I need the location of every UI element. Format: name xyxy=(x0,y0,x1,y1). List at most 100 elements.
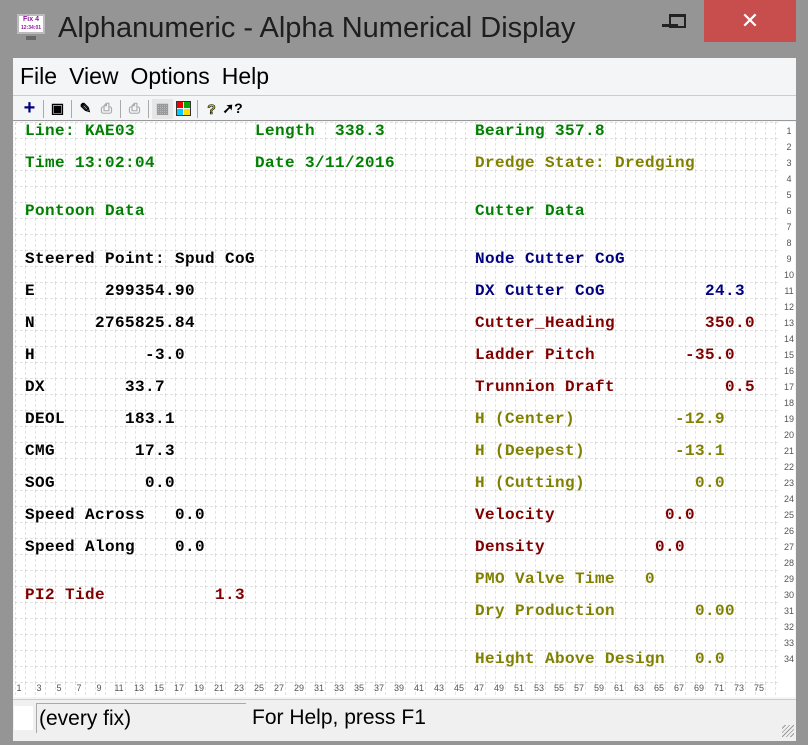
column-number: 59 xyxy=(593,683,604,693)
client-area: File View Options Help + ▣ ✎ ⎙ ⎙ ▦ ? ➚? xyxy=(13,58,796,741)
bearing-label: Bearing 357.8 xyxy=(475,122,606,140)
print-preview-icon[interactable]: ⎙ xyxy=(124,99,145,119)
pontoon-field-label: H xyxy=(25,346,36,364)
pontoon-field-label: E xyxy=(25,282,36,300)
pontoon-field-value: 2765825.84 xyxy=(95,314,196,332)
column-number: 15 xyxy=(153,683,164,693)
row-number: 32 xyxy=(783,622,794,632)
cutter-field-value: 350.0 xyxy=(705,314,756,332)
cutter-field-label: Height Above Design xyxy=(475,650,666,668)
pontoon-field-value: 1.3 xyxy=(215,586,246,604)
status-indicator xyxy=(14,706,33,730)
app-icon-time: 12:34:01 xyxy=(20,25,41,31)
column-number: 47 xyxy=(473,683,484,693)
pontoon-field-value: -3.0 xyxy=(145,346,186,364)
column-number: 71 xyxy=(713,683,724,693)
close-icon: ✕ xyxy=(740,8,760,33)
row-number: 18 xyxy=(783,398,794,408)
app-icon-text: Fix 4 xyxy=(23,16,39,23)
column-number: 11 xyxy=(114,683,124,693)
row-number: 24 xyxy=(783,494,794,504)
close-button[interactable]: ✕ xyxy=(704,0,796,42)
menu-bar: File View Options Help xyxy=(13,58,796,96)
line-label: Line: KAE03 xyxy=(25,122,136,140)
pontoon-field-label: CMG xyxy=(25,442,56,460)
column-number: 51 xyxy=(513,683,524,693)
pontoon-field-value: 0.0 xyxy=(145,474,176,492)
resize-grip[interactable] xyxy=(782,725,794,737)
row-number: 28 xyxy=(783,558,794,568)
pontoon-field-value: 183.1 xyxy=(125,410,176,428)
context-help-icon[interactable]: ➚? xyxy=(222,99,243,119)
row-number: 27 xyxy=(783,542,794,552)
row-number: 21 xyxy=(783,446,794,456)
cutter-field-label: Ladder Pitch xyxy=(475,346,596,364)
add-icon[interactable]: + xyxy=(19,97,40,119)
menu-help[interactable]: Help xyxy=(222,63,269,90)
column-number: 19 xyxy=(193,683,204,693)
column-number: 41 xyxy=(413,683,424,693)
print-icon[interactable]: ⎙ xyxy=(96,99,117,119)
column-number: 57 xyxy=(573,683,584,693)
select-display-icon[interactable]: ▣ xyxy=(47,99,68,119)
row-number: 20 xyxy=(783,430,794,440)
pontoon-field-value: 0.0 xyxy=(175,506,206,524)
column-number: 25 xyxy=(253,683,264,693)
row-number: 2 xyxy=(786,142,792,152)
pontoon-field-label: Speed Across xyxy=(25,506,146,524)
help-icon[interactable]: ? xyxy=(201,99,222,119)
menu-file[interactable]: File xyxy=(20,63,57,90)
cutter-field-value: 0.0 xyxy=(695,474,726,492)
pontoon-field-value: 0.0 xyxy=(175,538,206,556)
node-label: Node Cutter CoG xyxy=(475,250,626,268)
pontoon-field-label: Speed Along xyxy=(25,538,136,556)
row-number: 10 xyxy=(783,270,794,280)
column-number: 3 xyxy=(36,683,42,693)
column-number: 61 xyxy=(613,683,624,693)
column-number: 9 xyxy=(96,683,102,693)
row-number: 22 xyxy=(783,462,794,472)
cutter-field-label: Density xyxy=(475,538,546,556)
alphanumeric-display: Line: KAE03 Length 338.3 Bearing 357.8 Time… xyxy=(14,122,795,697)
pontoon-field-value: 17.3 xyxy=(135,442,176,460)
row-number: 13 xyxy=(783,318,794,328)
maximize-button[interactable] xyxy=(655,0,700,42)
length-label: Length 338.3 xyxy=(255,122,386,140)
cutter-field-value: -12.9 xyxy=(675,410,726,428)
column-number: 63 xyxy=(633,683,644,693)
grid-icon[interactable]: ▦ xyxy=(152,98,173,119)
column-number: 43 xyxy=(433,683,444,693)
pontoon-field-label: DX xyxy=(25,378,46,396)
row-number: 26 xyxy=(783,526,794,536)
column-number: 29 xyxy=(293,683,304,693)
row-number: 14 xyxy=(783,334,794,344)
row-number: 3 xyxy=(786,158,792,168)
cutter-field-value: -35.0 xyxy=(685,346,736,364)
cutter-field-value: 0.00 xyxy=(695,602,736,620)
cutter-data-header: Cutter Data xyxy=(475,202,586,220)
row-number: 29 xyxy=(783,574,794,584)
pontoon-field-label: PI2 Tide xyxy=(25,586,106,604)
column-number: 65 xyxy=(653,683,664,693)
row-number: 33 xyxy=(783,638,794,648)
cutter-field-label: H (Cutting) xyxy=(475,474,586,492)
cutter-field-label: Dry Production xyxy=(475,602,616,620)
column-number: 27 xyxy=(273,683,284,693)
app-icon[interactable]: Fix 4 12:34:01 xyxy=(17,14,45,44)
row-number: 34 xyxy=(783,654,794,664)
row-number: 8 xyxy=(786,238,792,248)
row-number: 6 xyxy=(786,206,792,216)
column-number: 45 xyxy=(453,683,464,693)
column-number: 35 xyxy=(353,683,364,693)
menu-options[interactable]: Options xyxy=(131,63,210,90)
cutter-field-label: DX Cutter CoG xyxy=(475,282,606,300)
column-number: 49 xyxy=(493,683,504,693)
color-palette-icon[interactable] xyxy=(173,99,194,119)
menu-view[interactable]: View xyxy=(69,63,118,90)
magic-wand-icon[interactable]: ✎ xyxy=(75,99,96,119)
cutter-field-label: PMO Valve Time xyxy=(475,570,616,588)
pontoon-field-label: N xyxy=(25,314,36,332)
column-number: 53 xyxy=(533,683,544,693)
column-number: 37 xyxy=(373,683,384,693)
cutter-field-value: 0.0 xyxy=(655,538,686,556)
